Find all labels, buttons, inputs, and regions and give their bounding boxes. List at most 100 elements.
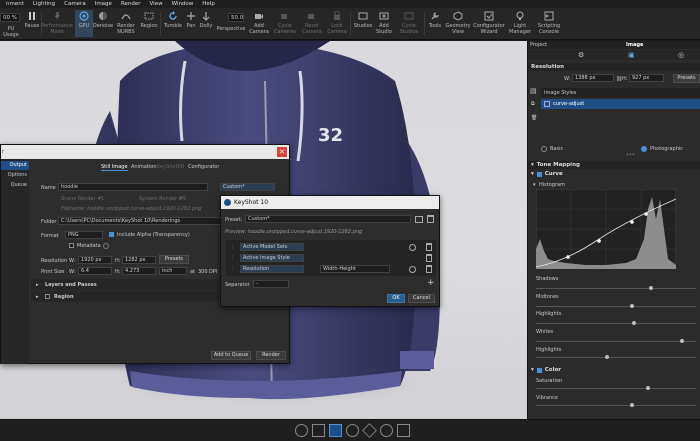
highlights-slider-track[interactable] bbox=[536, 323, 696, 324]
menu-lighting[interactable]: Lighting bbox=[33, 1, 55, 7]
pause-button[interactable]: Pause bbox=[24, 10, 40, 30]
configurator-icon[interactable] bbox=[380, 424, 393, 437]
library-icon[interactable] bbox=[295, 424, 308, 437]
name-input[interactable]: hoodie bbox=[58, 183, 208, 191]
tab-keyshotxr[interactable]: KeyShotXR bbox=[157, 164, 184, 170]
image-icon[interactable]: ▣ bbox=[628, 51, 635, 59]
separator-input[interactable]: - bbox=[253, 280, 289, 288]
screenshot-icon[interactable] bbox=[397, 424, 410, 437]
resolution-height-input[interactable]: 1282 px bbox=[122, 256, 156, 264]
basic-radio[interactable] bbox=[541, 146, 547, 152]
color-header[interactable]: ▾ Color bbox=[528, 366, 700, 374]
whites-slider-track[interactable] bbox=[536, 341, 696, 342]
side-nav-queue[interactable]: Queue bbox=[1, 181, 29, 190]
curve-checkbox[interactable] bbox=[536, 171, 542, 177]
preset-dropdown[interactable]: Custom* bbox=[220, 183, 275, 191]
token-option-dropdown[interactable]: Width-Height bbox=[320, 265, 390, 273]
ok-button[interactable]: OK bbox=[387, 294, 405, 303]
save-icon[interactable] bbox=[415, 216, 423, 223]
close-icon[interactable]: ✕ bbox=[277, 147, 287, 157]
saturation-slider-handle[interactable] bbox=[646, 386, 650, 390]
dpi-value[interactable]: 300 bbox=[198, 269, 208, 275]
cancel-button[interactable]: Cancel bbox=[408, 294, 435, 303]
geometry-view-button[interactable]: Geometry View bbox=[446, 10, 470, 35]
token-name-field[interactable]: Active Image Style bbox=[240, 254, 304, 262]
gear-icon[interactable] bbox=[409, 266, 416, 273]
menu-view[interactable]: View bbox=[150, 1, 163, 7]
color-checkbox[interactable] bbox=[536, 367, 542, 373]
image-height-input[interactable]: 927 px bbox=[629, 74, 664, 82]
gear-icon[interactable] bbox=[409, 244, 416, 251]
image-presets-button[interactable]: Presets bbox=[673, 74, 700, 83]
drag-handle-icon[interactable]: ⋮ bbox=[230, 266, 235, 272]
curve-point[interactable] bbox=[630, 220, 634, 224]
tab-still-image[interactable]: Still Image bbox=[101, 164, 128, 171]
studios-button[interactable]: Studios bbox=[352, 10, 374, 30]
region-checkbox[interactable] bbox=[45, 294, 50, 299]
menu-window[interactable]: Window bbox=[172, 1, 194, 7]
metadata-checkbox[interactable] bbox=[69, 243, 74, 248]
performance-mode-button[interactable]: Performance Mode bbox=[41, 10, 73, 35]
globe-icon[interactable]: ◎ bbox=[678, 51, 684, 59]
shadows-slider-handle[interactable] bbox=[649, 286, 653, 290]
drag-handle-icon[interactable]: ⋮ bbox=[230, 255, 235, 261]
tumble-button[interactable]: Tumble bbox=[162, 10, 184, 30]
curve-header[interactable]: ▾ Curve bbox=[528, 170, 700, 178]
add-camera-button[interactable]: Add Camera bbox=[248, 10, 270, 35]
perspective-button[interactable]: Perspective bbox=[216, 26, 246, 33]
drag-handle-icon[interactable]: ⋮ bbox=[230, 244, 235, 250]
format-dropdown[interactable]: PNG bbox=[65, 231, 103, 239]
trash-icon[interactable] bbox=[426, 243, 432, 251]
midtones-slider-handle[interactable] bbox=[630, 304, 634, 308]
dolly-button[interactable]: Dolly bbox=[198, 10, 214, 30]
trash-icon[interactable] bbox=[427, 215, 434, 223]
resolution-presets-button[interactable]: Presets bbox=[159, 255, 189, 264]
lock-camera-button[interactable]: Lock Camera bbox=[326, 10, 348, 35]
tab-animation[interactable]: Animation bbox=[131, 164, 157, 170]
side-nav-options[interactable]: Options bbox=[1, 171, 29, 180]
settings-icon[interactable]: ⚙ bbox=[578, 51, 584, 59]
print-height-input[interactable]: 4.273 bbox=[122, 267, 156, 275]
region-button[interactable]: Region bbox=[139, 10, 159, 30]
delete-style-icon[interactable]: 🗑 bbox=[531, 115, 537, 121]
token-name-field[interactable]: Resolution bbox=[240, 265, 304, 273]
reset-camera-button[interactable]: Reset Camera bbox=[300, 10, 324, 35]
menu-camera[interactable]: Camera bbox=[64, 1, 86, 7]
vibrance-slider-track[interactable] bbox=[536, 405, 696, 406]
vibrance-slider-handle[interactable] bbox=[630, 403, 634, 407]
resolution-width-input[interactable]: 1920 px bbox=[78, 256, 112, 264]
include-alpha-checkbox[interactable] bbox=[109, 232, 114, 237]
menu-environment[interactable]: nment bbox=[6, 1, 24, 7]
metadata-settings-icon[interactable] bbox=[103, 243, 109, 249]
perspective-input[interactable]: 50.0 bbox=[228, 13, 244, 22]
highlights-slider-handle[interactable] bbox=[632, 321, 636, 325]
configurator-wizard-button[interactable]: Configurator Wizard bbox=[473, 10, 505, 35]
curve-point[interactable] bbox=[644, 212, 648, 216]
light-manager-button[interactable]: Light Manager bbox=[508, 10, 532, 35]
image-style-item[interactable]: curve-adjust bbox=[541, 99, 700, 109]
menu-render[interactable]: Render bbox=[121, 1, 141, 7]
curve-point[interactable] bbox=[597, 239, 601, 243]
cpu-usage-button[interactable]: PU Usage bbox=[0, 26, 22, 38]
curve-histogram-graph[interactable] bbox=[536, 189, 676, 269]
render-nurbs-button[interactable]: Render NURBS bbox=[113, 10, 139, 35]
trash-icon[interactable] bbox=[426, 265, 432, 273]
midtones-slider-track[interactable] bbox=[536, 306, 696, 307]
cycle-cameras-button[interactable]: Cycle Cameras bbox=[272, 10, 298, 35]
highlights-2-slider-track[interactable] bbox=[536, 357, 696, 358]
pan-button[interactable]: Pan bbox=[184, 10, 198, 30]
trash-icon[interactable] bbox=[426, 254, 432, 262]
scripting-console-button[interactable]: Scripting Console bbox=[535, 10, 563, 35]
side-nav-output[interactable]: Output bbox=[1, 161, 29, 170]
menu-help[interactable]: Help bbox=[202, 1, 215, 7]
cycle-studios-button[interactable]: Cycle Studios bbox=[396, 10, 422, 35]
animation-icon[interactable] bbox=[346, 424, 359, 437]
add-studio-button[interactable]: Add Studio bbox=[374, 10, 394, 35]
tab-configurator[interactable]: Configurator bbox=[188, 164, 219, 170]
shadows-slider-track[interactable] bbox=[536, 288, 696, 289]
more-icon[interactable]: ••• bbox=[626, 152, 635, 158]
token-name-field[interactable]: Active Model Sets bbox=[240, 243, 304, 251]
add-icon[interactable]: + bbox=[427, 278, 435, 288]
tab-image[interactable]: Image bbox=[626, 42, 643, 48]
token-row[interactable]: ⋮ Resolution Width-Height bbox=[228, 264, 434, 274]
